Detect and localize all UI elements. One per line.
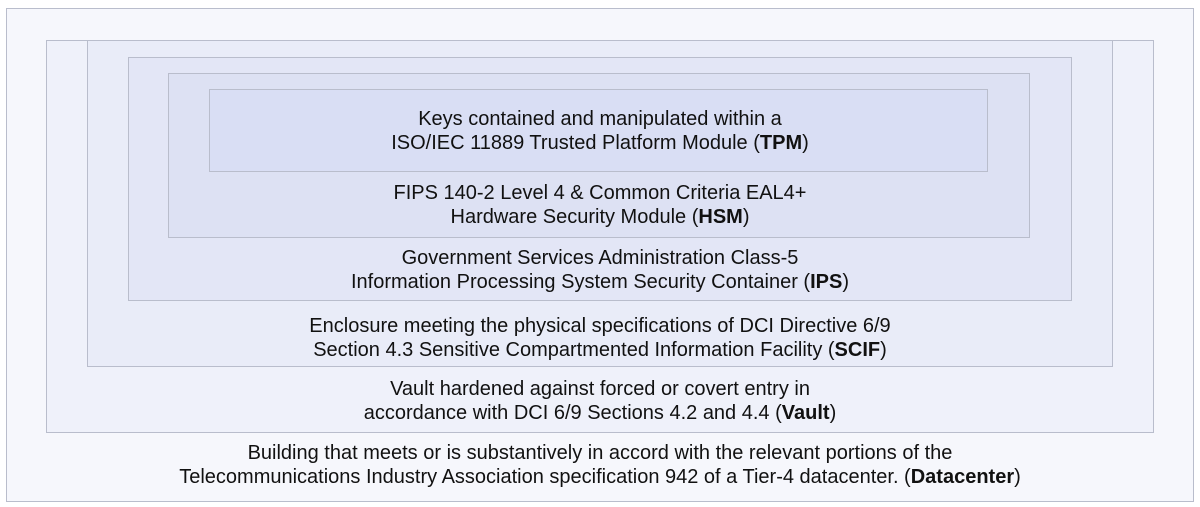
label-tpm-line1: Keys contained and manipulated within a xyxy=(418,108,782,130)
label-hsm-line1: FIPS 140-2 Level 4 & Common Criteria EAL… xyxy=(393,182,807,204)
label-vault-line1: Vault hardened against forced or covert … xyxy=(390,378,810,400)
abbr-hsm: HSM xyxy=(698,206,743,228)
label-scif-line2: Section 4.3 Sensitive Compartmented Info… xyxy=(313,339,887,361)
label-tpm: Keys contained and manipulated within a … xyxy=(0,107,1200,155)
label-ips-line1: Government Services Administration Class… xyxy=(401,247,799,269)
label-datacenter-line1: Building that meets or is substantively … xyxy=(247,442,953,464)
abbr-vault: Vault xyxy=(781,402,830,424)
abbr-ips: IPS xyxy=(810,271,843,293)
label-datacenter-line2: Telecommunications Industry Association … xyxy=(179,466,1021,488)
label-vault-line2: accordance with DCI 6/9 Sections 4.2 and… xyxy=(363,402,837,424)
label-tpm-line2: ISO/IEC 11889 Trusted Platform Module (T… xyxy=(391,132,809,154)
label-scif: Enclosure meeting the physical specifica… xyxy=(0,314,1200,362)
label-scif-line1: Enclosure meeting the physical specifica… xyxy=(309,315,891,337)
label-vault: Vault hardened against forced or covert … xyxy=(0,377,1200,425)
abbr-datacenter: Datacenter xyxy=(910,466,1015,488)
abbr-scif: SCIF xyxy=(834,339,881,361)
label-hsm: FIPS 140-2 Level 4 & Common Criteria EAL… xyxy=(0,181,1200,229)
label-ips: Government Services Administration Class… xyxy=(0,246,1200,294)
label-hsm-line2: Hardware Security Module (HSM) xyxy=(450,206,750,228)
abbr-tpm: TPM xyxy=(759,132,803,154)
label-datacenter: Building that meets or is substantively … xyxy=(0,441,1200,489)
label-ips-line2: Information Processing System Security C… xyxy=(351,271,849,293)
